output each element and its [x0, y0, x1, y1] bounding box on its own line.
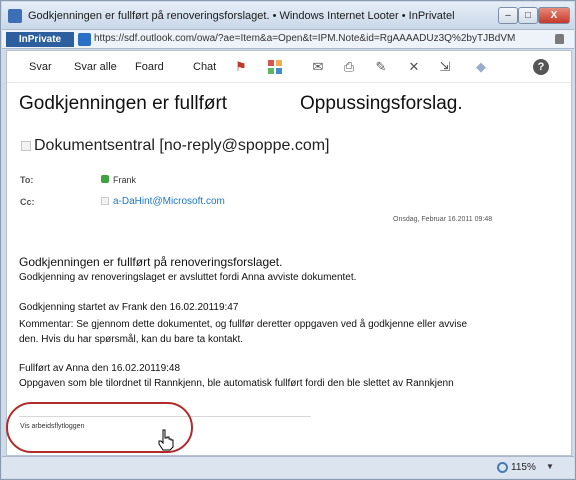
presence-icon — [101, 175, 109, 183]
flag-icon[interactable]: ⚑ — [233, 59, 249, 75]
chevron-down-icon[interactable]: ▼ — [546, 462, 554, 471]
window-title: Godkjenningen er fullført på renoverings… — [28, 10, 455, 22]
more-icon[interactable]: ◆ — [473, 59, 489, 75]
zoom-level[interactable]: 115% — [511, 462, 536, 473]
body-line: Fullført av Anna den 16.02.20119:48 — [19, 363, 181, 374]
lock-icon[interactable] — [555, 34, 564, 44]
title-bar: Godkjenningen er fullført på renoverings… — [2, 2, 574, 29]
close-button[interactable]: X — [538, 7, 570, 24]
subject-left: Godkjenningen er fullført — [19, 93, 228, 114]
body-line: den. Hvis du har spørsmål, kan du bare t… — [19, 334, 243, 345]
status-bar: 115% ▼ — [2, 456, 574, 478]
chat-button[interactable]: Chat — [193, 61, 216, 73]
message-date: Onsdag, Februar 16.2011 09:48 — [393, 216, 493, 223]
cc-presence-icon — [101, 197, 109, 205]
body-line: Oppgaven som ble tilordnet til Rannkjenn… — [19, 378, 454, 389]
highlight-circle — [6, 402, 193, 453]
move-icon[interactable]: ⇲ — [437, 59, 453, 75]
browser-icon — [8, 9, 22, 23]
to-label: To: — [20, 175, 34, 185]
browser-window: Godkjenningen er fullført på renoverings… — [0, 0, 576, 480]
address-bar: InPrivate https://sdf.outlook.com/owa/?a… — [2, 29, 574, 49]
url-field[interactable]: https://sdf.outlook.com/owa/?ae=Item&a=O… — [94, 33, 544, 44]
mail-icon[interactable]: ✉ — [310, 59, 326, 75]
to-recipient[interactable]: Frank — [113, 175, 136, 185]
minimize-button[interactable]: – — [498, 7, 518, 24]
favicon-icon — [78, 33, 91, 46]
delete-icon[interactable]: ✕ — [406, 59, 422, 75]
help-icon[interactable]: ? — [533, 59, 549, 75]
forward-button[interactable]: Foard — [135, 61, 164, 73]
sender-name: Dokumentsentral [no-reply@spoppe.com] — [34, 137, 330, 154]
body-line: Godkjenning startet av Frank den 16.02.2… — [19, 302, 239, 313]
categories-icon[interactable] — [267, 59, 283, 75]
maximize-button[interactable]: □ — [518, 7, 538, 24]
message-toolbar: Svar Svar alle Foard Chat ⚑ ✉ ⎙ ✎ ✕ ⇲ ◆ … — [7, 51, 571, 83]
inprivate-badge[interactable]: InPrivate — [6, 32, 74, 47]
body-title: Godkjenningen er fullført på renoverings… — [19, 255, 283, 269]
cc-label: Cc: — [20, 197, 35, 207]
body-line: Godkjenning av renoveringslaget er avslu… — [19, 272, 357, 283]
reply-button[interactable]: Svar — [29, 61, 52, 73]
subject-right: Oppussingsforslag. — [300, 93, 463, 114]
reply-all-button[interactable]: Svar alle — [74, 61, 117, 73]
sender-checkbox-icon — [21, 141, 31, 151]
zoom-icon[interactable] — [497, 462, 508, 473]
cc-recipient[interactable]: a-DaHint@Microsoft.com — [113, 196, 225, 207]
body-line: Kommentar: Se gjennom dette dokumentet, … — [19, 319, 468, 330]
message-pane: Svar Svar alle Foard Chat ⚑ ✉ ⎙ ✎ ✕ ⇲ ◆ … — [6, 50, 572, 456]
print-icon[interactable]: ⎙ — [341, 59, 357, 75]
edit-icon[interactable]: ✎ — [373, 59, 389, 75]
